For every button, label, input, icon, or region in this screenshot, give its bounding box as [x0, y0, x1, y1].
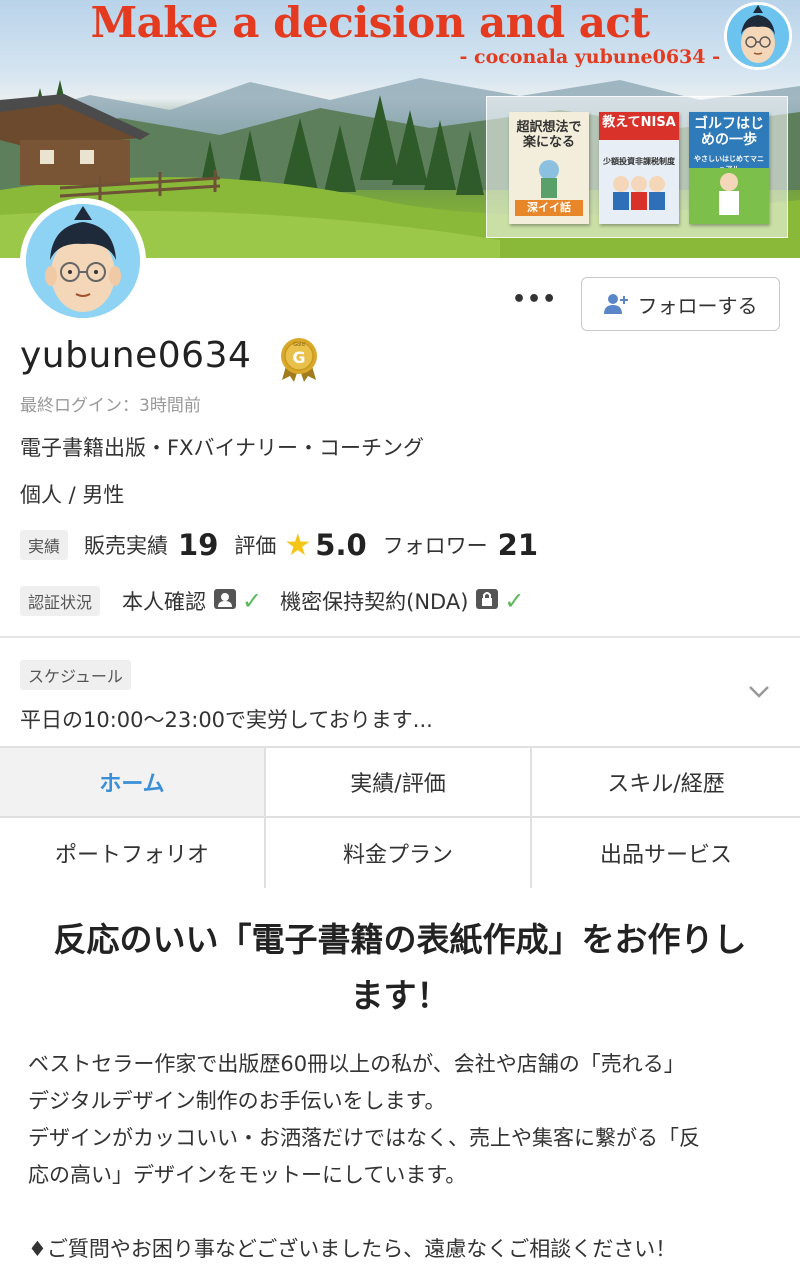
tab-skills-career[interactable]: スキル/経歴 — [532, 748, 800, 818]
svg-text:G: G — [292, 348, 305, 367]
book-illustration — [613, 176, 665, 210]
headline-line: ます！ — [350, 976, 450, 1015]
verification-row: 認証状況 本人確認 ✓ 機密保持契約(NDA) ✓ — [20, 584, 539, 618]
id-card-icon — [214, 589, 237, 613]
profile-tabs: ホーム 実績/評価 スキル/経歴 ポートフォリオ 料金プラン 出品サービス — [0, 746, 800, 888]
book-covers-showcase: 超訳想法で楽になる 深イイ話 教えてNISA 少額投資非課税制度 ゴルフはじめの… — [486, 96, 788, 238]
followers-label[interactable]: フォロワー — [383, 530, 488, 560]
username: yubune0634 — [20, 335, 252, 376]
description-line: ベストセラー作家で出版歴60冊以上の私が、会社や店舗の「売れる」 — [28, 1052, 685, 1076]
description-line: デジタルデザイン制作のお手伝いをします。 — [28, 1089, 446, 1113]
profile-type-gender: 個人 / 男性 — [20, 483, 125, 507]
lock-icon — [476, 589, 499, 613]
followers-count[interactable]: 21 — [498, 528, 538, 562]
gold-rank-badge-icon: Gold G — [278, 336, 320, 382]
follow-button[interactable]: フォローする — [581, 277, 780, 331]
add-user-icon — [603, 294, 628, 314]
book-cover-1: 超訳想法で楽になる 深イイ話 — [509, 112, 589, 224]
banner-title: Make a decision and act — [90, 0, 650, 47]
tab-home[interactable]: ホーム — [0, 748, 266, 818]
book-subtitle: 深イイ話 — [515, 200, 583, 216]
more-options-button[interactable]: ••• — [512, 289, 556, 316]
check-icon: ✓ — [242, 587, 263, 615]
rating-label: 評価 — [234, 534, 277, 558]
sales-count: 19 — [178, 528, 219, 562]
face-illustration-icon — [26, 204, 140, 318]
rating-value: 5.0 — [315, 528, 367, 562]
description-line: 応の高い」デザインをモットーにしています。 — [28, 1163, 467, 1187]
last-login-status: 最終ログイン：3時間前 — [20, 396, 201, 416]
book-cover-2: 教えてNISA 少額投資非課税制度 — [599, 112, 679, 224]
star-icon: ★ — [284, 527, 312, 563]
banner-avatar-illustration — [724, 2, 792, 70]
tab-services[interactable]: 出品サービス — [532, 818, 800, 888]
tab-pricing-plans[interactable]: 料金プラン — [266, 818, 532, 888]
banner-subtitle: - coconala yubune0634 - — [459, 46, 721, 68]
tab-results-reviews[interactable]: 実績/評価 — [266, 748, 532, 818]
follow-button-label: フォローする — [637, 293, 758, 318]
description-line: デザインがカッコいい・お洒落だけではなく、売上や集客に繋がる「反 — [28, 1126, 700, 1150]
section-divider — [0, 636, 800, 638]
description-line: ♦ご質問やお困り事などございましたら、遠慮なくご相談ください！ — [28, 1237, 677, 1261]
description-line — [28, 1194, 778, 1231]
book-cover-3: ゴルフはじめの一歩 やさしいはじめてマニュアル — [689, 112, 769, 224]
profile-tagline: 電子書籍出版・FXバイナリー・コーチング — [20, 436, 425, 460]
schedule-text: 平日の10:00〜23:00で実労しております... — [20, 708, 433, 732]
profile-headline: 反応のいい「電子書籍の表紙作成」をお作りし ます！ — [24, 912, 776, 1024]
book-illustration — [689, 168, 769, 224]
schedule-tag: スケジュール — [20, 660, 131, 690]
check-icon: ✓ — [504, 587, 525, 615]
stats-row: 実績 販売実績 19 評価 ★ 5.0 フォロワー 21 — [20, 526, 554, 564]
chevron-down-icon[interactable] — [746, 678, 772, 704]
profile-avatar[interactable] — [20, 198, 146, 324]
tab-portfolio[interactable]: ポートフォリオ — [0, 818, 266, 888]
face-illustration-icon — [727, 5, 789, 67]
stats-tag: 実績 — [20, 530, 69, 560]
nda-label: 機密保持契約(NDA) — [280, 590, 469, 614]
profile-description: ベストセラー作家で出版歴60冊以上の私が、会社や店舗の「売れる」 デジタルデザイ… — [28, 1046, 778, 1268]
sales-label: 販売実績 — [84, 534, 169, 558]
headline-line: 反応のいい「電子書籍の表紙作成」をお作りし — [53, 920, 747, 959]
identity-verified-label: 本人確認 — [122, 590, 207, 614]
verification-tag: 認証状況 — [20, 586, 101, 616]
